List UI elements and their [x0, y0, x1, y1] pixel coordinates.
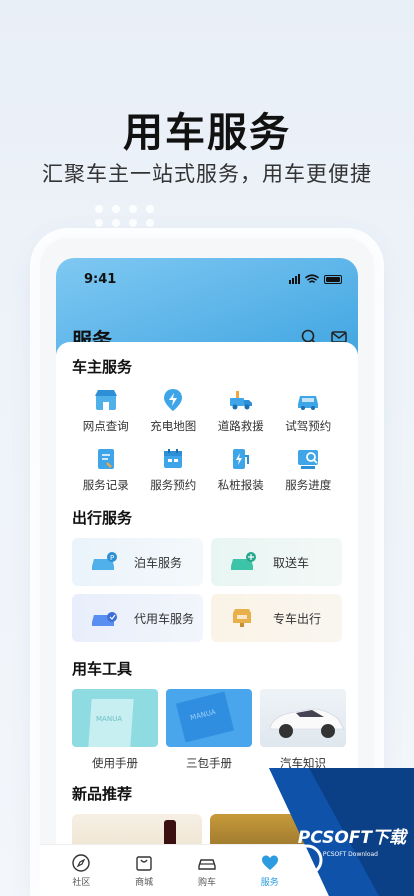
- tab-label: 社区: [72, 878, 91, 888]
- store-icon: [94, 390, 117, 410]
- travel-pickup[interactable]: 取送车: [211, 538, 342, 586]
- tool-warranty-manual[interactable]: MANUA 三包手册: [166, 689, 252, 771]
- promo-title: 用车服务: [123, 110, 291, 156]
- travel-loaner[interactable]: 代用车服务: [72, 594, 203, 642]
- tab-buy-car[interactable]: 购车: [182, 853, 232, 888]
- compass-icon: [72, 854, 91, 872]
- service-label: 充电地图: [150, 419, 197, 433]
- service-progress[interactable]: 服务进度: [275, 446, 343, 493]
- service-test-drive[interactable]: 试驾预约: [275, 387, 343, 434]
- charge-map-icon: [164, 389, 183, 411]
- service-label: 服务进度: [285, 478, 332, 492]
- car-icon: [198, 859, 216, 870]
- service-booking[interactable]: 服务预约: [140, 446, 208, 493]
- service-store-locator[interactable]: 网点查询: [72, 387, 140, 434]
- promo-subtitle: 汇聚车主一站式服务，用车更便捷: [42, 162, 372, 186]
- status-time: 9:41: [84, 272, 117, 287]
- warranty-book-image: MANUA: [166, 689, 252, 747]
- travel-label: 专车出行: [273, 611, 322, 626]
- service-charger-install[interactable]: 私桩报装: [207, 446, 275, 493]
- signal-icon: [289, 274, 300, 284]
- svg-text:P: P: [110, 554, 114, 562]
- section-title-tools: 用车工具: [72, 660, 133, 678]
- svg-text:p: p: [301, 852, 312, 871]
- white-car-image: [260, 689, 346, 747]
- tool-label: 三包手册: [186, 756, 232, 770]
- manual-book-image: MANUA: [72, 689, 158, 747]
- shopping-bag-icon: [136, 856, 152, 871]
- service-label: 道路救援: [217, 419, 264, 433]
- travel-chauffeur[interactable]: 专车出行: [211, 594, 342, 642]
- charger-install-icon: [232, 449, 249, 469]
- service-label: 服务记录: [82, 478, 129, 492]
- travel-label: 代用车服务: [134, 611, 195, 626]
- tab-community[interactable]: 社区: [56, 853, 106, 888]
- service-records[interactable]: 服务记录: [72, 446, 140, 493]
- tab-mall[interactable]: 商城: [119, 853, 169, 888]
- progress-icon: [298, 450, 319, 469]
- tab-label: 购车: [197, 878, 216, 888]
- watermark: p PCSOFT下载 PCSOFT Download: [269, 768, 414, 896]
- tab-label: 商城: [135, 878, 154, 888]
- tool-car-knowledge[interactable]: 汽车知识: [260, 689, 346, 771]
- wifi-icon: [305, 274, 319, 283]
- parking-car-icon: P: [92, 552, 117, 570]
- owner-services-grid: 网点查询 充电地图 道路救援 试驾预约 服务记录 服务预约 私桩报装 服务进度: [72, 387, 342, 493]
- status-icons: [289, 274, 342, 284]
- decorative-dots: [95, 205, 155, 227]
- loaner-car-icon: [92, 612, 117, 626]
- tool-user-manual[interactable]: MANUA 使用手册: [72, 689, 158, 771]
- service-road-rescue[interactable]: 道路救援: [207, 387, 275, 434]
- manual-cover-text: MANUA: [96, 715, 122, 723]
- travel-label: 泊车服务: [134, 555, 183, 570]
- car-tools-grid: MANUA 使用手册 MANUA 三包手册 汽车知识: [72, 689, 346, 771]
- tow-truck-icon: [229, 391, 252, 410]
- watermark-subtext: PCSOFT Download: [322, 851, 378, 858]
- battery-icon: [324, 274, 342, 284]
- watermark-text: PCSOFT下载: [297, 828, 406, 848]
- tool-label: 使用手册: [92, 756, 138, 770]
- travel-label: 取送车: [273, 555, 310, 570]
- service-charge-map[interactable]: 充电地图: [140, 387, 208, 434]
- travel-services-grid: P 泊车服务 取送车 代用车服务 专车出行: [72, 538, 342, 642]
- service-label: 私桩报装: [217, 478, 264, 492]
- test-drive-icon: [298, 396, 319, 410]
- chauffeur-car-icon: [233, 609, 251, 627]
- calendar-icon: [164, 449, 183, 468]
- section-title-travel: 出行服务: [72, 509, 133, 527]
- service-label: 网点查询: [82, 419, 129, 433]
- section-title-owner: 车主服务: [72, 358, 133, 376]
- record-icon: [97, 449, 114, 469]
- pickup-car-icon: [231, 552, 256, 570]
- service-label: 服务预约: [150, 478, 197, 492]
- service-label: 试驾预约: [285, 419, 332, 433]
- travel-parking[interactable]: P 泊车服务: [72, 538, 203, 586]
